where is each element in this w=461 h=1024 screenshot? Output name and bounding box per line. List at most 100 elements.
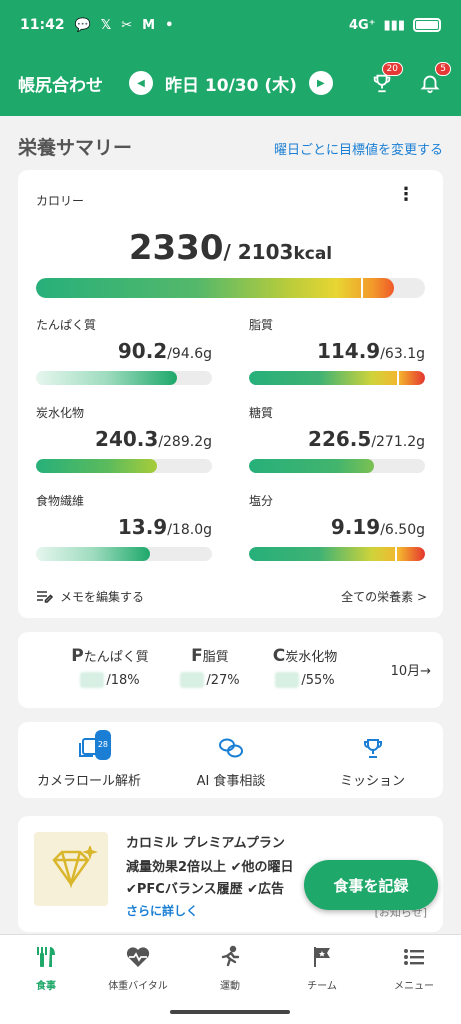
page-title: 帳尻合わせ: [18, 75, 103, 96]
prev-day-button[interactable]: ◀: [129, 71, 153, 95]
nav-label: 体重バイタル: [108, 981, 168, 992]
nutrient-target-marker: [397, 371, 399, 385]
pfc-label: 脂質: [202, 650, 229, 665]
flag-icon: [276, 945, 368, 973]
capcut-icon: ✂: [121, 17, 133, 33]
gallery-icon: 28: [75, 730, 111, 764]
nutrient-sugar: 糖質 226.5/271.2g: [249, 404, 425, 473]
pfc-fat: F脂質 /27%: [178, 646, 242, 688]
change-target-link[interactable]: 曜日ごとに目標値を変更する: [274, 139, 443, 158]
status-time: 11:42: [20, 17, 65, 33]
pfc-letter: F: [191, 646, 203, 666]
memo-label: メモを編集する: [60, 590, 145, 604]
nutrient-label: たんぱく質: [36, 318, 97, 332]
nutrient-value: 240.3: [95, 427, 159, 451]
nutrient-bar: [36, 459, 212, 473]
edit-note-icon: [37, 590, 54, 603]
nutrient-target: /63.1g: [380, 346, 425, 362]
month-link[interactable]: 10月→: [391, 660, 431, 679]
nutrient-fat: 脂質 114.9/63.1g: [249, 316, 425, 385]
pfc-carb: C炭水化物 /55%: [262, 646, 348, 688]
premium-more-link[interactable]: さらに詳しく: [126, 902, 198, 919]
mail-icon: M: [142, 17, 156, 33]
ai-consult-button[interactable]: AI 食事相談: [160, 736, 302, 789]
trophy-badge: 20: [381, 62, 403, 76]
bell-icon: [420, 75, 440, 94]
premium-benefit-line: ✔PFCバランス履歴 ✔広告: [126, 882, 284, 897]
nutrient-target: /18.0g: [167, 522, 212, 538]
nutrient-carbohydrate: 炭水化物 240.3/289.2g: [36, 404, 212, 473]
premium-title: カロミル プレミアムプラン: [126, 836, 285, 851]
quick-actions-card: 28 カメラロール解析 AI 食事相談 ミッション: [18, 722, 443, 798]
pfc-letter: P: [71, 646, 84, 666]
trophy-icon: [359, 736, 387, 764]
diamond-icon: [34, 832, 108, 906]
chat-icon: 💬: [74, 17, 91, 33]
nutrient-fill: [249, 547, 425, 561]
date-nav: ◀ 昨日 10/30 (木) ▶: [129, 71, 333, 96]
nav-label: メニュー: [394, 981, 434, 992]
calorie-label: カロリー: [36, 194, 85, 208]
nutrient-label: 炭水化物: [36, 406, 85, 420]
pfc-label: 炭水化物: [285, 650, 338, 665]
nutrient-value: 226.5: [308, 427, 372, 451]
pfc-pct: /55%: [301, 672, 335, 688]
nav-weight-vital[interactable]: 体重バイタル: [92, 945, 184, 992]
mission-label: ミッション: [339, 774, 405, 789]
pfc-card[interactable]: Pたんぱく質 /18% F脂質 /27% C炭水化物 /55% 10月→: [18, 632, 443, 708]
calorie-values: 2330/ 2103kcal: [18, 228, 443, 268]
camera-roll-label: カメラロール解析: [36, 774, 141, 789]
camera-roll-button[interactable]: 28 カメラロール解析: [18, 730, 160, 789]
next-day-button[interactable]: ▶: [308, 71, 333, 95]
calorie-progress-fill: [36, 278, 394, 298]
nutrient-bar: [36, 547, 212, 561]
nav-exercise[interactable]: 運動: [184, 945, 276, 992]
notification-button[interactable]: 5: [417, 62, 451, 96]
mission-button[interactable]: ミッション: [302, 736, 443, 789]
summary-title: 栄養サマリー: [18, 137, 133, 159]
nutrient-value: 9.19: [330, 515, 381, 539]
nutrient-fill: [36, 547, 151, 561]
nutrient-target: /289.2g: [158, 434, 212, 450]
nutrient-target: /94.6g: [167, 346, 212, 362]
nutrient-label: 塩分: [249, 494, 274, 508]
nutrient-label: 糖質: [249, 406, 274, 420]
pfc-blurred-value: [180, 672, 205, 688]
nav-label: 運動: [220, 981, 240, 992]
menu-list-icon: [368, 945, 460, 973]
nutrient-target-marker: [395, 547, 397, 561]
signal-icon: ▮▮▮: [383, 17, 405, 33]
nutrient-bar: [249, 459, 425, 473]
nutrient-target: /6.50g: [380, 522, 425, 538]
all-nutrients-link[interactable]: 全ての栄養素 >: [341, 588, 427, 605]
nutrient-target: /271.2g: [371, 434, 425, 450]
dot-icon: •: [165, 17, 174, 33]
nav-meal[interactable]: 食事: [0, 945, 92, 992]
chat-bubbles-icon: [217, 736, 245, 764]
nav-menu[interactable]: メニュー: [368, 945, 460, 992]
trophy-button[interactable]: 20: [369, 62, 403, 96]
more-options-icon[interactable]: ⋮: [397, 184, 415, 205]
runner-icon: [184, 945, 276, 973]
home-indicator: [170, 1010, 290, 1014]
edit-memo-button[interactable]: メモを編集する: [36, 588, 144, 605]
heart-pulse-icon: [92, 945, 184, 973]
pfc-pct: /27%: [206, 672, 240, 688]
network-indicator: 4G⁺: [348, 17, 376, 33]
nav-team[interactable]: チーム: [276, 945, 368, 992]
summary-section-head: 栄養サマリー 曜日ごとに目標値を変更する: [18, 133, 443, 160]
x-icon: 𝕏: [100, 17, 112, 33]
nutrient-bar: [249, 371, 425, 385]
date-label[interactable]: 昨日 10/30 (木): [165, 71, 297, 96]
nutrient-value: 114.9: [316, 339, 381, 363]
nutrient-salt: 塩分 9.19/6.50g: [249, 492, 425, 561]
nav-label: 食事: [36, 981, 56, 992]
ai-consult-label: AI 食事相談: [196, 774, 266, 789]
nutrient-bar: [249, 547, 425, 561]
camera-roll-badge: 28: [94, 730, 111, 760]
pfc-pct: /18%: [106, 672, 140, 688]
nutrient-label: 食物繊維: [36, 494, 85, 508]
record-meal-button[interactable]: 食事を記録: [304, 860, 438, 910]
calorie-target: / 2103: [223, 240, 294, 264]
nutrient-value: 13.9: [117, 515, 168, 539]
